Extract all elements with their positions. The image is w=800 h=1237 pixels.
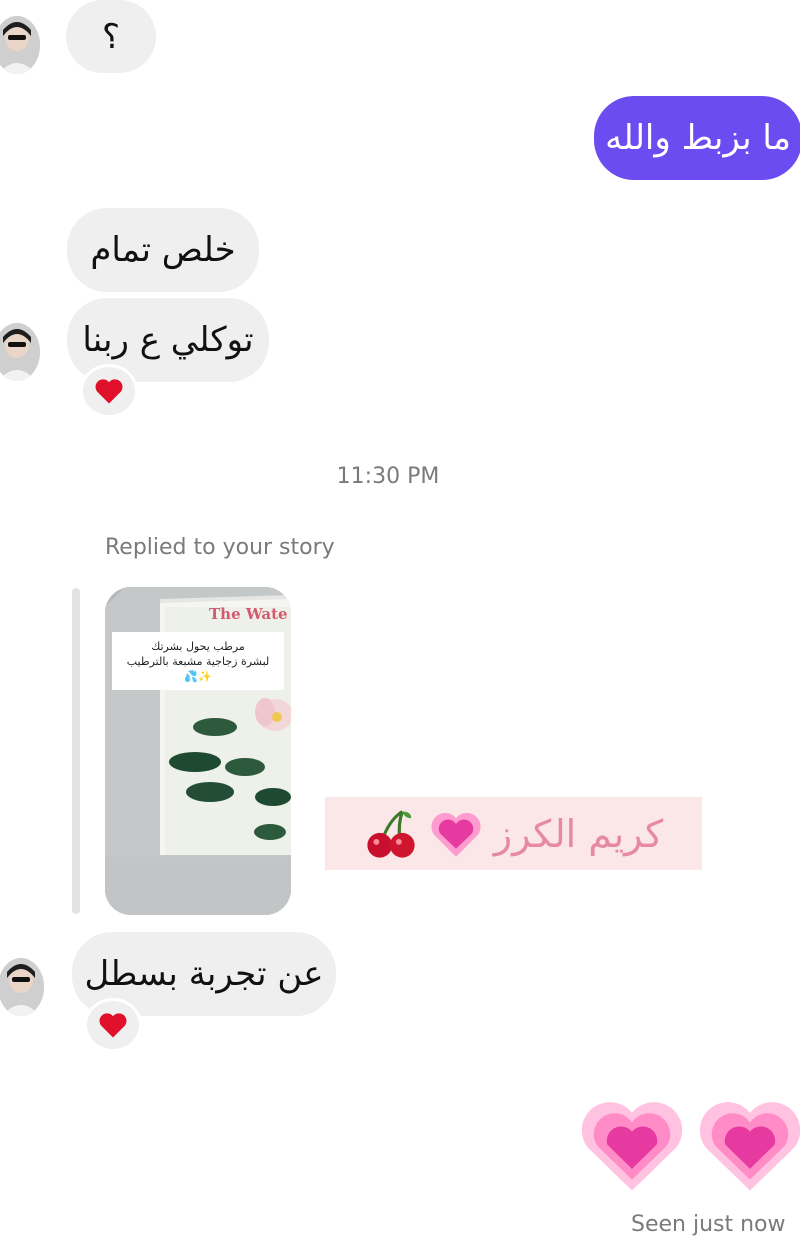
- reply-indicator-bar: [72, 588, 80, 914]
- message-text: ما بزبط والله: [605, 118, 791, 158]
- story-book-title: The Wate: [209, 605, 288, 623]
- message-text: ؟: [101, 16, 121, 57]
- message-bubble-khalas[interactable]: خلص تمام: [67, 208, 259, 292]
- avatar[interactable]: [0, 323, 40, 381]
- banner-text: كريم الكرز: [493, 811, 664, 856]
- avatar[interactable]: [0, 958, 44, 1016]
- message-bubble-question[interactable]: ؟: [66, 0, 156, 73]
- growing-heart-icon: [581, 1102, 683, 1191]
- replied-to-story-label: Replied to your story: [105, 535, 335, 560]
- heart-reaction[interactable]: [84, 998, 142, 1052]
- sent-emoji-message[interactable]: [580, 1093, 800, 1197]
- heart-icon: [95, 379, 123, 404]
- pink-heart-icon: [431, 812, 481, 857]
- timestamp: 11:30 PM: [336, 464, 440, 489]
- story-caption-line: ✨💦: [184, 669, 212, 683]
- story-caption: مرطب يحول بشرتك لبشرة زجاجية مشبعة بالتر…: [112, 632, 284, 690]
- sent-message-bubble[interactable]: ما بزبط والله: [594, 96, 800, 180]
- message-text: توكلي ع ربنا: [82, 320, 254, 360]
- story-caption-line: مرطب يحول بشرتك: [151, 639, 245, 653]
- story-reply-banner: كريم الكرز: [325, 797, 702, 870]
- message-text: خلص تمام: [90, 230, 236, 270]
- avatar[interactable]: [0, 16, 40, 74]
- story-caption-line: لبشرة زجاجية مشبعة بالترطيب: [126, 654, 270, 668]
- message-text: عن تجربة بسطل: [84, 954, 324, 994]
- growing-heart-icon: [699, 1102, 800, 1191]
- story-preview[interactable]: The Wate مرطب يحول بشرتك لبشرة زجاجية مش…: [105, 587, 291, 915]
- heart-reaction[interactable]: [80, 364, 138, 418]
- cherry-icon: [367, 809, 415, 858]
- heart-icon: [99, 1013, 127, 1038]
- seen-status: Seen just now: [631, 1212, 786, 1237]
